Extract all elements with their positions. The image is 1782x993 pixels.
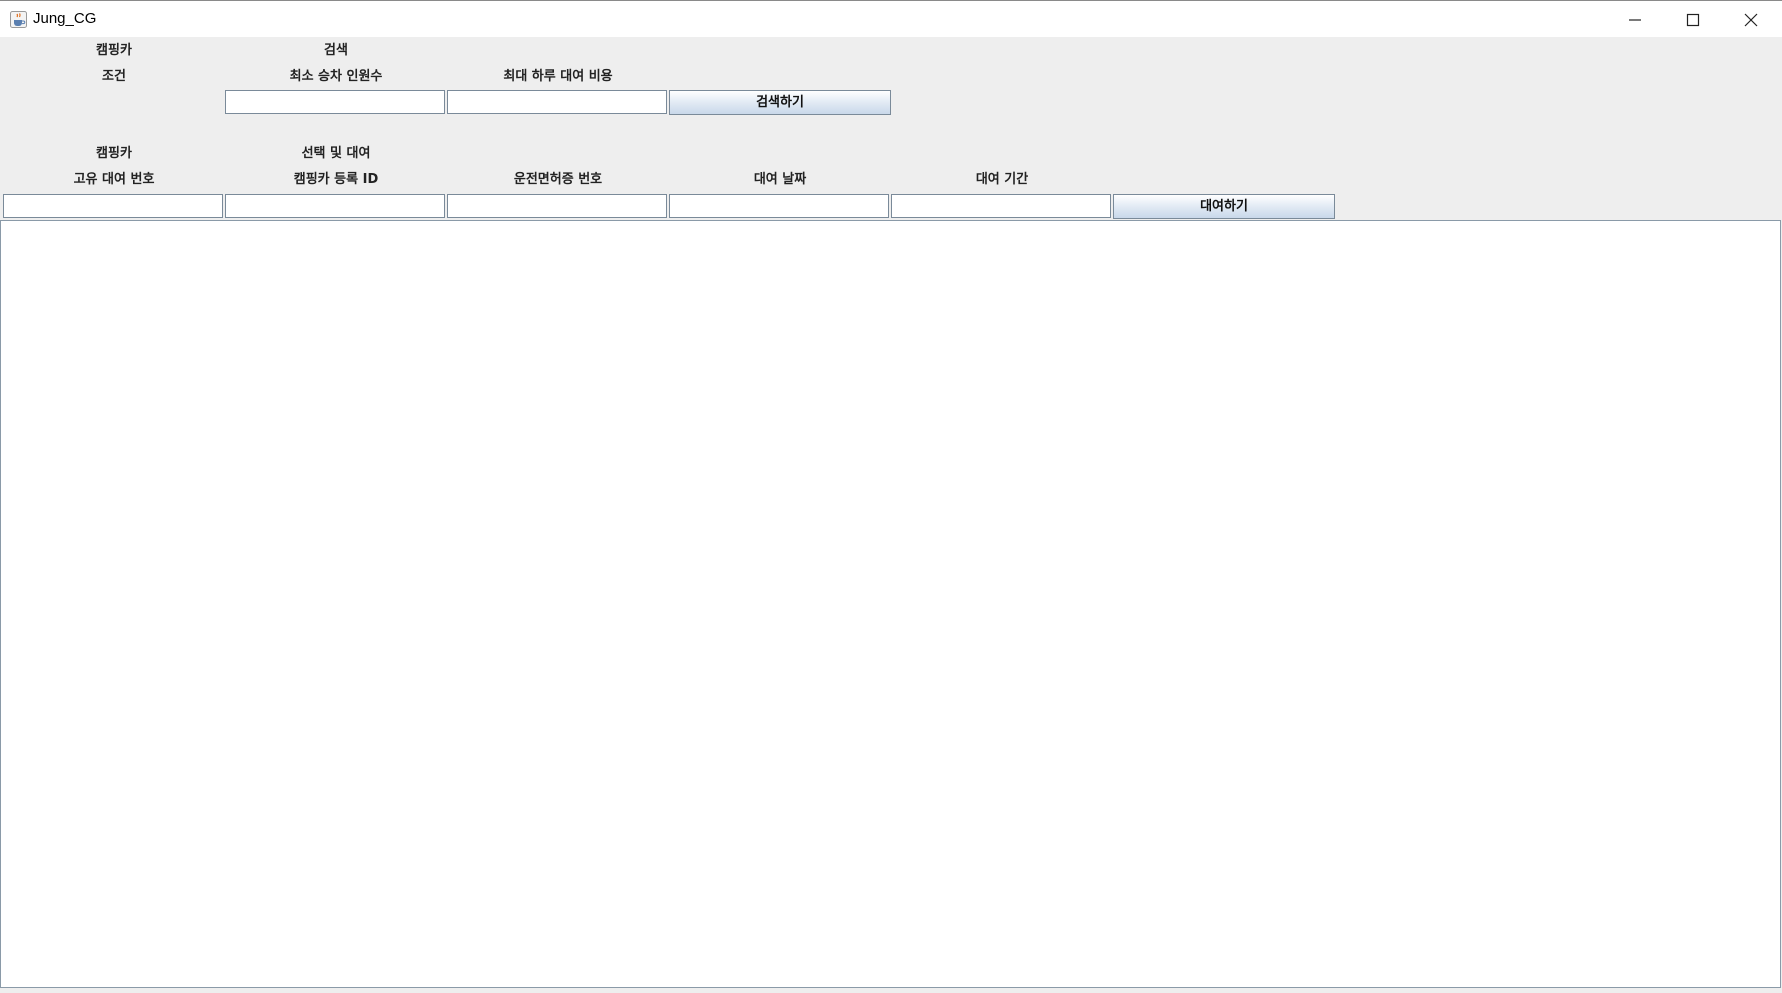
search-condition-label: 조건 bbox=[102, 69, 126, 84]
license-number-input[interactable] bbox=[447, 194, 667, 218]
rental-date-input[interactable] bbox=[669, 194, 889, 218]
search-header-right: 검색 bbox=[324, 43, 348, 58]
camper-id-input[interactable] bbox=[225, 194, 445, 218]
rental-number-input[interactable] bbox=[3, 194, 223, 218]
main-panel: 캠핑카 검색 조건 최소 승차 인원수 최대 하루 대여 비용 검색하기 캠핑카… bbox=[0, 37, 1782, 993]
max-daily-cost-label: 최대 하루 대여 비용 bbox=[503, 69, 613, 84]
min-passengers-input[interactable] bbox=[225, 90, 445, 114]
application-window: Jung_CG 캠핑카 검색 조건 최소 승차 인원수 최대 하루 대여 비용 … bbox=[0, 0, 1782, 993]
rental-period-input[interactable] bbox=[891, 194, 1111, 218]
license-number-label: 운전면허증 번호 bbox=[513, 172, 603, 187]
min-passengers-label: 최소 승차 인원수 bbox=[289, 69, 383, 84]
rental-header-left: 캠핑카 bbox=[96, 146, 132, 161]
rent-button[interactable]: 대여하기 bbox=[1113, 194, 1335, 219]
rental-header-right: 선택 및 대여 bbox=[301, 146, 371, 161]
maximize-button[interactable] bbox=[1664, 1, 1722, 38]
rental-number-label: 고유 대여 번호 bbox=[73, 172, 155, 187]
minimize-button[interactable] bbox=[1606, 1, 1664, 38]
close-button[interactable] bbox=[1722, 1, 1780, 38]
window-title: Jung_CG bbox=[33, 10, 97, 27]
max-daily-cost-input[interactable] bbox=[447, 90, 667, 114]
java-cup-icon bbox=[10, 11, 27, 28]
title-bar: Jung_CG bbox=[0, 0, 1782, 37]
rental-period-label: 대여 기간 bbox=[975, 172, 1029, 187]
close-icon bbox=[1744, 13, 1758, 27]
search-button[interactable]: 검색하기 bbox=[669, 90, 891, 115]
maximize-icon bbox=[1686, 13, 1700, 27]
rental-date-label: 대여 날짜 bbox=[753, 172, 807, 187]
camper-id-label: 캠핑카 등록 ID bbox=[293, 172, 379, 187]
minimize-icon bbox=[1629, 19, 1641, 21]
search-header-left: 캠핑카 bbox=[96, 43, 132, 58]
window-bottom-edge bbox=[0, 988, 1782, 993]
results-table-area[interactable] bbox=[0, 220, 1781, 988]
